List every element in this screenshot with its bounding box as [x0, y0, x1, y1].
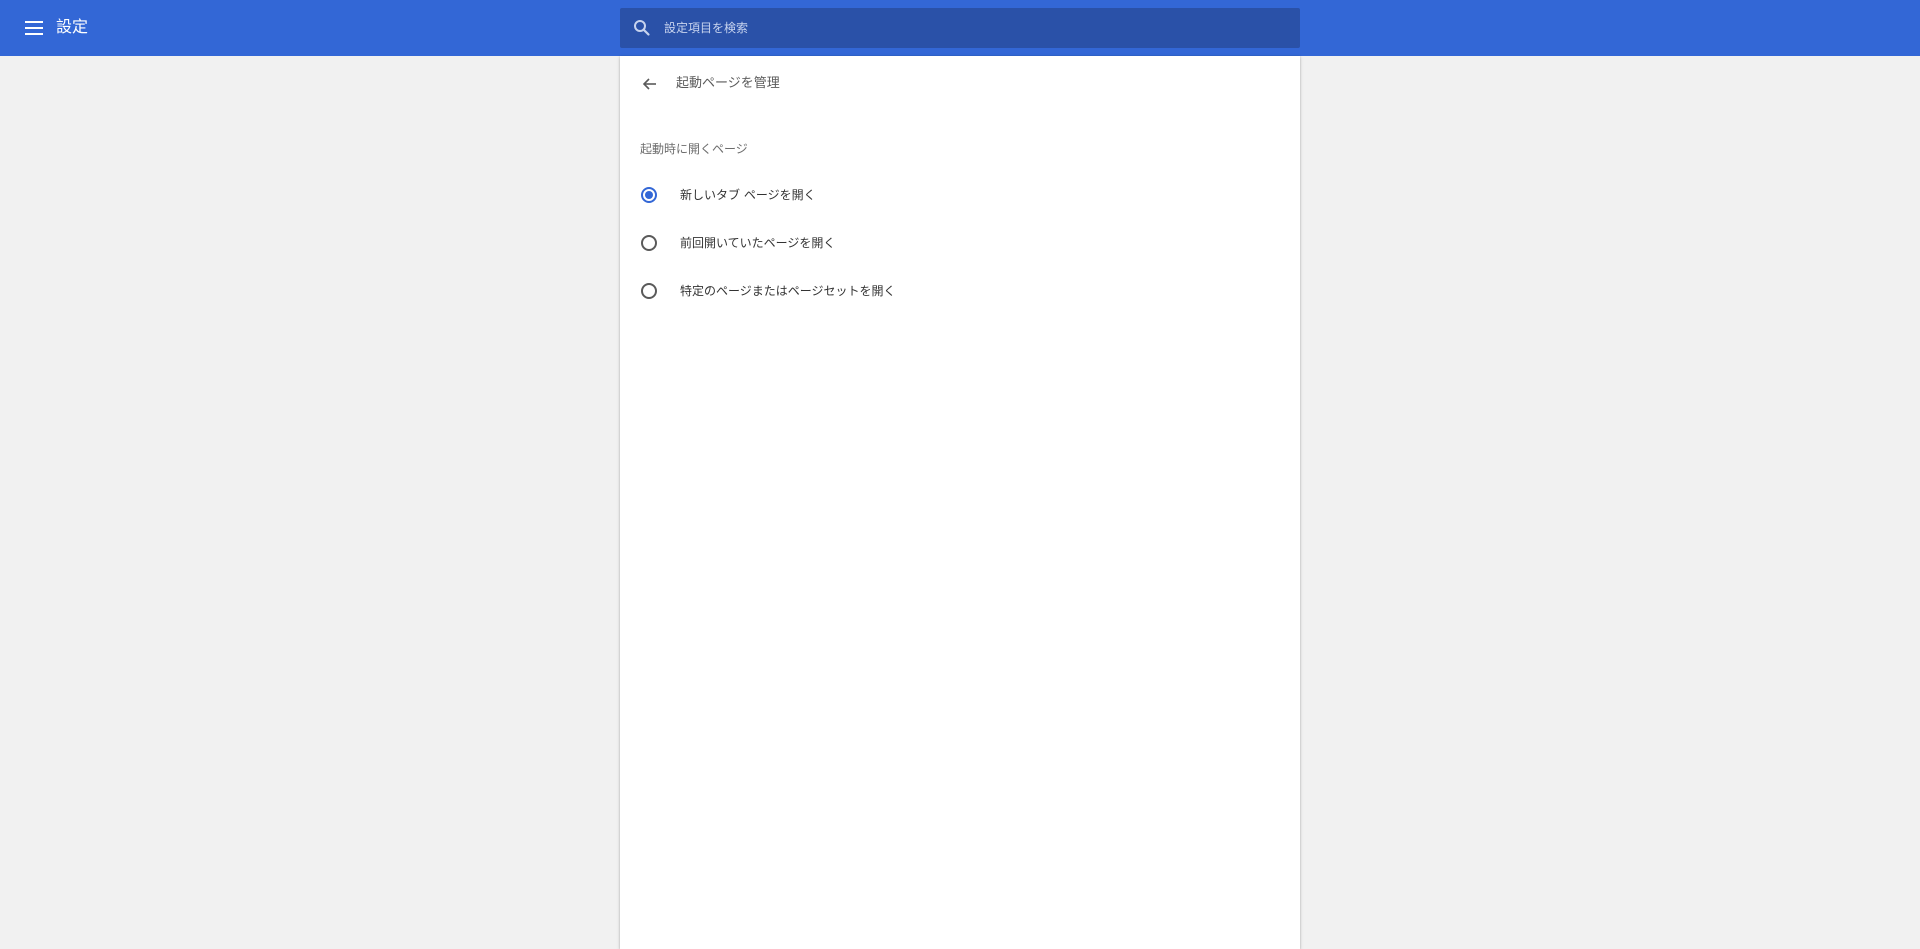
- settings-subpage-card: 起動ページを管理 起動時に開くページ 新しいタブ ページを開く 前回開いていたペ…: [620, 56, 1300, 949]
- radio-label: 特定のページまたはページセットを開く: [680, 284, 896, 298]
- arrow-back-icon[interactable]: [638, 72, 662, 96]
- app-title: 設定: [56, 17, 89, 36]
- radio-dot: [645, 191, 653, 199]
- search-box[interactable]: [620, 8, 1300, 48]
- search-input[interactable]: [664, 8, 1284, 48]
- radio-label: 前回開いていたページを開く: [680, 236, 836, 250]
- search-icon: [632, 18, 652, 38]
- page-title: 起動ページを管理: [676, 76, 780, 91]
- radio-button[interactable]: [641, 283, 657, 299]
- radio-option-specific-pages[interactable]: 特定のページまたはページセットを開く: [620, 267, 1300, 315]
- radio-option-new-tab[interactable]: 新しいタブ ページを開く: [620, 171, 1300, 219]
- subpage-header: 起動ページを管理: [620, 56, 1300, 112]
- radio-button[interactable]: [641, 235, 657, 251]
- settings-toolbar: 設定: [0, 0, 1920, 56]
- hamburger-menu-icon[interactable]: [22, 16, 46, 40]
- radio-label: 新しいタブ ページを開く: [680, 188, 816, 202]
- radio-option-continue[interactable]: 前回開いていたページを開く: [620, 219, 1300, 267]
- section-label: 起動時に開くページ: [640, 142, 748, 156]
- radio-button-checked[interactable]: [641, 187, 657, 203]
